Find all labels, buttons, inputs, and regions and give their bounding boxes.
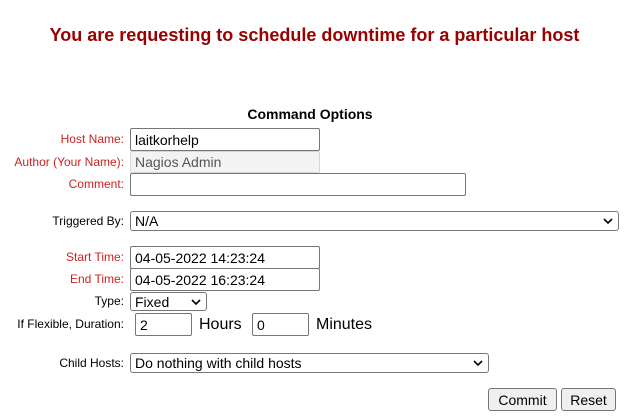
host-name-label: Host Name: (60, 132, 124, 146)
author-input[interactable] (130, 151, 320, 173)
duration-minutes-unit: Minutes (316, 316, 373, 333)
schedule-downtime-page: You are requesting to schedule downtime … (0, 0, 629, 417)
page-title: You are requesting to schedule downtime … (49, 25, 580, 45)
type-label: Type: (94, 294, 124, 308)
duration-hours-input[interactable] (135, 313, 192, 336)
type-value: Fixed (135, 294, 170, 310)
duration-label: If Flexible, Duration: (17, 317, 124, 331)
type-select[interactable]: Fixed (130, 292, 207, 311)
comment-label: Comment: (68, 177, 124, 191)
duration-minutes-input[interactable] (252, 313, 309, 336)
triggered-by-value: N/A (135, 213, 159, 229)
chevron-down-icon (473, 360, 483, 367)
triggered-by-label: Triggered By: (52, 214, 124, 228)
reset-button[interactable]: Reset (561, 388, 616, 411)
host-name-input[interactable] (130, 128, 320, 151)
duration-hours-unit: Hours (199, 316, 242, 333)
commit-button[interactable]: Commit (488, 388, 557, 411)
command-options-heading: Command Options (247, 106, 373, 122)
child-hosts-value: Do nothing with child hosts (135, 355, 302, 371)
comment-input[interactable] (130, 173, 466, 196)
triggered-by-select[interactable]: N/A (130, 211, 619, 231)
child-hosts-label: Child Hosts: (59, 356, 124, 370)
end-time-label: End Time: (69, 272, 124, 286)
child-hosts-select[interactable]: Do nothing with child hosts (130, 353, 489, 373)
end-time-input[interactable] (130, 268, 320, 291)
chevron-down-icon (191, 299, 201, 306)
start-time-input[interactable] (130, 246, 320, 269)
author-label: Author (Your Name): (14, 155, 124, 169)
chevron-down-icon (603, 218, 613, 225)
start-time-label: Start Time: (65, 250, 124, 264)
